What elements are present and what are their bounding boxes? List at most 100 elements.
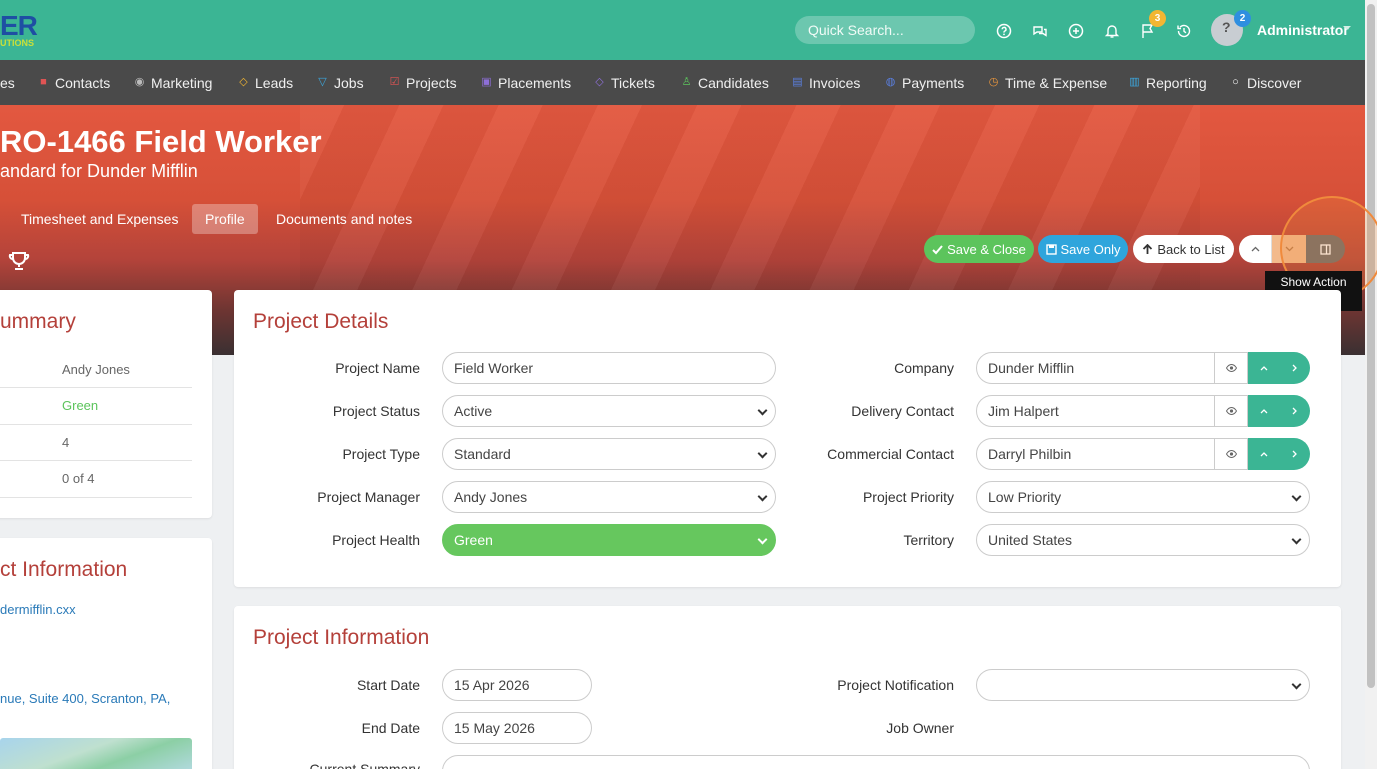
bell-icon[interactable]: [1103, 22, 1121, 40]
project-status-select[interactable]: Active: [442, 395, 776, 427]
nav-label: Discover: [1247, 74, 1302, 91]
eye-icon[interactable]: [1215, 395, 1248, 427]
nav-item-contacts[interactable]: ■ Contacts: [38, 60, 110, 105]
chevron-up-icon: [1251, 246, 1259, 252]
project-health-label: Project Health: [332, 532, 420, 548]
project-status-value: Active: [454, 403, 493, 419]
end-date-value: 15 May 2026: [454, 720, 535, 736]
nav-label: Jobs: [334, 74, 364, 91]
nav-item-placements[interactable]: ▣ Placements: [481, 60, 571, 105]
project-manager-select[interactable]: Andy Jones: [442, 481, 776, 513]
chevron-up-icon[interactable]: [1248, 352, 1279, 384]
avatar-placeholder-icon: ?: [1222, 19, 1231, 35]
eye-icon[interactable]: [1215, 352, 1248, 384]
project-name-input[interactable]: Field Worker: [442, 352, 776, 384]
company-label: Company: [894, 360, 954, 376]
save-close-button[interactable]: Save & Close: [924, 235, 1034, 263]
commercial-contact-nav-buttons[interactable]: [1248, 438, 1310, 470]
delivery-contact-label: Delivery Contact: [851, 403, 954, 419]
start-date-label: Start Date: [356, 677, 420, 693]
back-label: Back to List: [1157, 241, 1225, 257]
eye-icon[interactable]: [1215, 438, 1248, 470]
projects-icon: ☑: [389, 76, 400, 88]
nav-item-marketing[interactable]: ◉ Marketing: [134, 60, 213, 105]
add-icon[interactable]: [1067, 22, 1085, 40]
nav-item-candidates[interactable]: ♙ Candidates: [681, 60, 769, 105]
save-only-button[interactable]: Save Only: [1038, 235, 1128, 263]
project-priority-label: Project Priority: [862, 489, 954, 505]
chevron-up-icon[interactable]: [1248, 438, 1279, 470]
history-icon[interactable]: [1175, 22, 1193, 40]
address-link[interactable]: nue, Suite 400, Scranton, PA,: [0, 691, 170, 706]
project-type-label: Project Type: [342, 446, 420, 462]
company-input[interactable]: Dunder Mifflin: [976, 352, 1215, 384]
summary-title: ummary: [0, 310, 76, 333]
project-health-select[interactable]: Green: [442, 524, 776, 556]
nav-item-payments[interactable]: ◍ Payments: [885, 60, 965, 105]
chevron-down-icon[interactable]: [1343, 26, 1351, 30]
chevron-down-icon: [757, 405, 768, 416]
chat-icon[interactable]: [1031, 22, 1049, 40]
chevron-down-icon: [757, 491, 768, 502]
summary-row: Andy Jones: [0, 351, 192, 388]
tab-timesheet-expenses[interactable]: Timesheet and Expenses: [8, 204, 191, 234]
nav-item-invoices[interactable]: ▤ Invoices: [792, 60, 860, 105]
tab-documents-notes[interactable]: Documents and notes: [263, 204, 425, 234]
user-menu[interactable]: Administrator: [1257, 22, 1349, 38]
project-type-value: Standard: [454, 446, 511, 462]
save-close-label: Save & Close: [947, 241, 1026, 257]
tab-profile[interactable]: Profile: [192, 204, 258, 234]
chevron-right-icon[interactable]: [1279, 438, 1310, 470]
nav-item-tickets[interactable]: ◇ Tickets: [594, 60, 655, 105]
page-title: RO-1466 Field Worker: [0, 124, 322, 159]
flag-icon[interactable]: 3: [1139, 10, 1166, 40]
save-icon: [1045, 243, 1057, 255]
nav-item-discover[interactable]: ○ Discover: [1230, 60, 1301, 105]
summary-manager: Andy Jones: [62, 362, 130, 377]
end-date-input[interactable]: 15 May 2026: [442, 712, 592, 744]
delivery-contact-input[interactable]: Jim Halpert: [976, 395, 1215, 427]
project-notification-select[interactable]: [976, 669, 1310, 701]
start-date-input[interactable]: 15 Apr 2026: [442, 669, 592, 701]
back-to-list-button[interactable]: Back to List: [1133, 235, 1234, 263]
commercial-contact-input[interactable]: Darryl Philbin: [976, 438, 1215, 470]
chevron-right-icon[interactable]: [1279, 395, 1310, 427]
nav-label: Placements: [498, 74, 572, 91]
quick-search-input[interactable]: [795, 16, 975, 44]
current-summary-input[interactable]: [442, 755, 1310, 769]
company-nav-buttons[interactable]: [1248, 352, 1310, 384]
project-type-select[interactable]: Standard: [442, 438, 776, 470]
project-manager-value: Andy Jones: [454, 489, 528, 505]
project-details-title: Project Details: [253, 310, 389, 333]
summary-row: 0 of 4: [0, 461, 192, 498]
delivery-contact-nav-buttons[interactable]: [1248, 395, 1310, 427]
commercial-contact-value: Darryl Philbin: [988, 446, 1072, 462]
help-icon[interactable]: [995, 22, 1013, 40]
nav-item-reporting[interactable]: ▥ Reporting: [1129, 60, 1206, 105]
summary-row: Green: [0, 388, 192, 425]
previous-record-button[interactable]: [1239, 235, 1272, 263]
summary-count: 4: [62, 435, 70, 450]
email-link[interactable]: dermifflin.cxx: [0, 602, 76, 617]
territory-select[interactable]: United States: [976, 524, 1310, 556]
nav-label: Time & Expense: [1005, 74, 1108, 91]
summary-progress: 0 of 4: [62, 471, 95, 486]
nav-label: Projects: [406, 74, 457, 91]
project-manager-label: Project Manager: [317, 489, 420, 505]
map-thumbnail[interactable]: [0, 738, 192, 769]
nav-item-partial[interactable]: es: [0, 60, 15, 105]
delivery-contact-value: Jim Halpert: [988, 403, 1059, 419]
chevron-right-icon[interactable]: [1279, 352, 1310, 384]
nav-item-jobs[interactable]: ▽ Jobs: [317, 60, 364, 105]
trophy-icon: [8, 251, 30, 274]
top-bar: ER UTIONS 3 ? 2 Administrator: [0, 0, 1377, 60]
chevron-down-icon: [1291, 534, 1302, 545]
tickets-icon: ◇: [595, 76, 604, 88]
nav-item-time-expense[interactable]: ◷ Time & Expense: [988, 60, 1108, 105]
chevron-up-icon[interactable]: [1248, 395, 1279, 427]
scrollbar-thumb[interactable]: [1367, 4, 1375, 688]
nav-item-projects[interactable]: ☑ Projects: [389, 60, 457, 105]
leads-icon: ◇: [239, 76, 248, 88]
nav-item-leads[interactable]: ◇ Leads: [238, 60, 293, 105]
project-priority-select[interactable]: Low Priority: [976, 481, 1310, 513]
